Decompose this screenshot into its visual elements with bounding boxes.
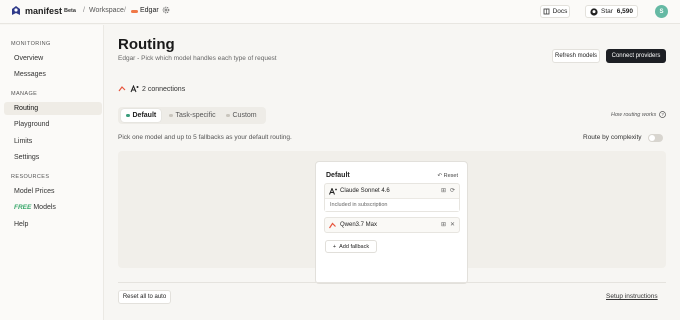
sidebar-item-help[interactable]: Help (4, 218, 102, 231)
breadcrumb-agent[interactable]: Edgar (140, 7, 159, 14)
setup-instructions-link[interactable]: Setup instructions (606, 293, 658, 300)
how-routing-works-link[interactable]: How routing works ? (611, 111, 667, 118)
undo-icon: ↶ (437, 173, 443, 179)
docs-button[interactable]: Docs (540, 5, 570, 18)
brand-name[interactable]: manifest (25, 6, 62, 16)
footer-divider (118, 282, 666, 283)
anthropic-icon (329, 187, 337, 195)
tab-dot-icon (226, 113, 230, 118)
free-badge: FREE (14, 204, 32, 211)
primary-model-row[interactable]: Claude Sonnet 4.6 ⊞ ⟳ Included in subscr… (324, 183, 460, 212)
tab-custom[interactable]: Custom (221, 109, 262, 122)
complexity-toggle[interactable] (648, 134, 663, 142)
svg-text:?: ? (661, 112, 664, 117)
tab-label: Task-specific (175, 112, 216, 119)
tab-dot-icon (126, 113, 130, 118)
plus-icon: + (332, 243, 337, 250)
qwen-icon (329, 222, 336, 228)
book-icon (543, 8, 549, 15)
star-label: Star (601, 8, 613, 15)
card-title: Default (326, 172, 350, 179)
beta-badge: Beta (64, 8, 76, 14)
close-icon[interactable]: ✕ (450, 221, 455, 228)
model-head: Claude Sonnet 4.6 (325, 184, 459, 198)
swap-icon[interactable]: ⟳ (450, 187, 455, 194)
complexity-label: Route by complexity (583, 134, 642, 141)
settings-sliders-icon[interactable]: ⊞ (441, 221, 446, 228)
breadcrumb-workspace[interactable]: Workspace (89, 7, 124, 14)
add-fallback-button[interactable]: + Add fallback (325, 240, 377, 253)
sidebar-item-free-models[interactable]: FREE Models (4, 201, 102, 214)
avatar[interactable]: S (655, 5, 668, 18)
default-routing-card: Default ↶ Reset Claude Sonnet 4.6 ⊞ ⟳ In… (315, 161, 468, 284)
sidebar-item-model-prices[interactable]: Model Prices (4, 185, 102, 198)
model-actions: ⊞ ✕ (441, 221, 455, 228)
gear-icon[interactable] (162, 6, 170, 14)
star-count: 6,590 (616, 8, 633, 15)
top-bar: manifest Beta / Workspace / Edgar Docs S… (0, 0, 680, 24)
sidebar-section-monitoring: MONITORING (11, 41, 51, 47)
sidebar-item-messages[interactable]: Messages (4, 68, 102, 81)
agent-icon (131, 9, 138, 13)
sidebar-item-label: Models (33, 204, 56, 211)
sidebar-item-settings[interactable]: Settings (4, 151, 102, 164)
sidebar-item-routing[interactable]: Routing (4, 102, 102, 115)
github-star-button[interactable]: Star 6,590 (585, 5, 638, 18)
page-title: Routing (118, 36, 175, 53)
github-icon (590, 7, 598, 16)
routing-hint: Pick one model and up to 5 fallbacks as … (118, 134, 292, 141)
page-subtitle: Edgar - Pick which model handles each ty… (118, 55, 277, 62)
breadcrumb-separator: / (83, 7, 85, 14)
primary-model-name: Claude Sonnet 4.6 (340, 188, 390, 194)
tab-dot-icon (169, 113, 173, 118)
manifest-logo-icon[interactable] (10, 5, 22, 17)
settings-sliders-icon[interactable]: ⊞ (441, 187, 446, 194)
reset-button[interactable]: ↶ Reset (437, 173, 458, 179)
docs-label: Docs (552, 8, 568, 15)
model-actions: ⊞ ⟳ (441, 187, 455, 194)
how-routing-label: How routing works (611, 111, 657, 118)
connect-providers-button[interactable]: Connect providers (606, 49, 666, 63)
fallback-model-name: Qwen3.7 Max (340, 222, 378, 228)
sidebar-item-overview[interactable]: Overview (4, 52, 102, 65)
help-circle-icon: ? (659, 111, 667, 118)
breadcrumb-separator: / (124, 7, 126, 14)
sidebar-item-limits[interactable]: Limits (4, 135, 102, 148)
refresh-models-button[interactable]: Refresh models (552, 49, 600, 63)
model-head: Qwen3.7 Max (325, 218, 459, 232)
provider-anthropic-icon (130, 85, 139, 93)
reset-all-button[interactable]: Reset all to auto (118, 290, 171, 304)
connections-count: 2 connections (142, 85, 186, 93)
tab-task-specific[interactable]: Task-specific (164, 109, 221, 122)
tab-label: Default (132, 112, 157, 119)
primary-model-note: Included in subscription (325, 198, 459, 211)
tab-default[interactable]: Default (121, 109, 162, 122)
sidebar-section-resources: RESOURCES (11, 174, 50, 180)
provider-qwen-icon (118, 86, 126, 92)
tab-label: Custom (232, 112, 257, 119)
routing-tabs: Default Task-specific Custom (118, 107, 266, 124)
fallback-model-row[interactable]: Qwen3.7 Max ⊞ ✕ (324, 217, 460, 233)
add-fallback-label: Add fallback (339, 243, 370, 250)
sidebar: MONITORING Overview Messages MANAGE Rout… (0, 25, 104, 320)
connections-summary[interactable]: 2 connections (118, 85, 185, 93)
sidebar-item-playground[interactable]: Playground (4, 118, 102, 131)
reset-label: Reset (443, 173, 458, 179)
sidebar-section-manage: MANAGE (11, 91, 38, 97)
